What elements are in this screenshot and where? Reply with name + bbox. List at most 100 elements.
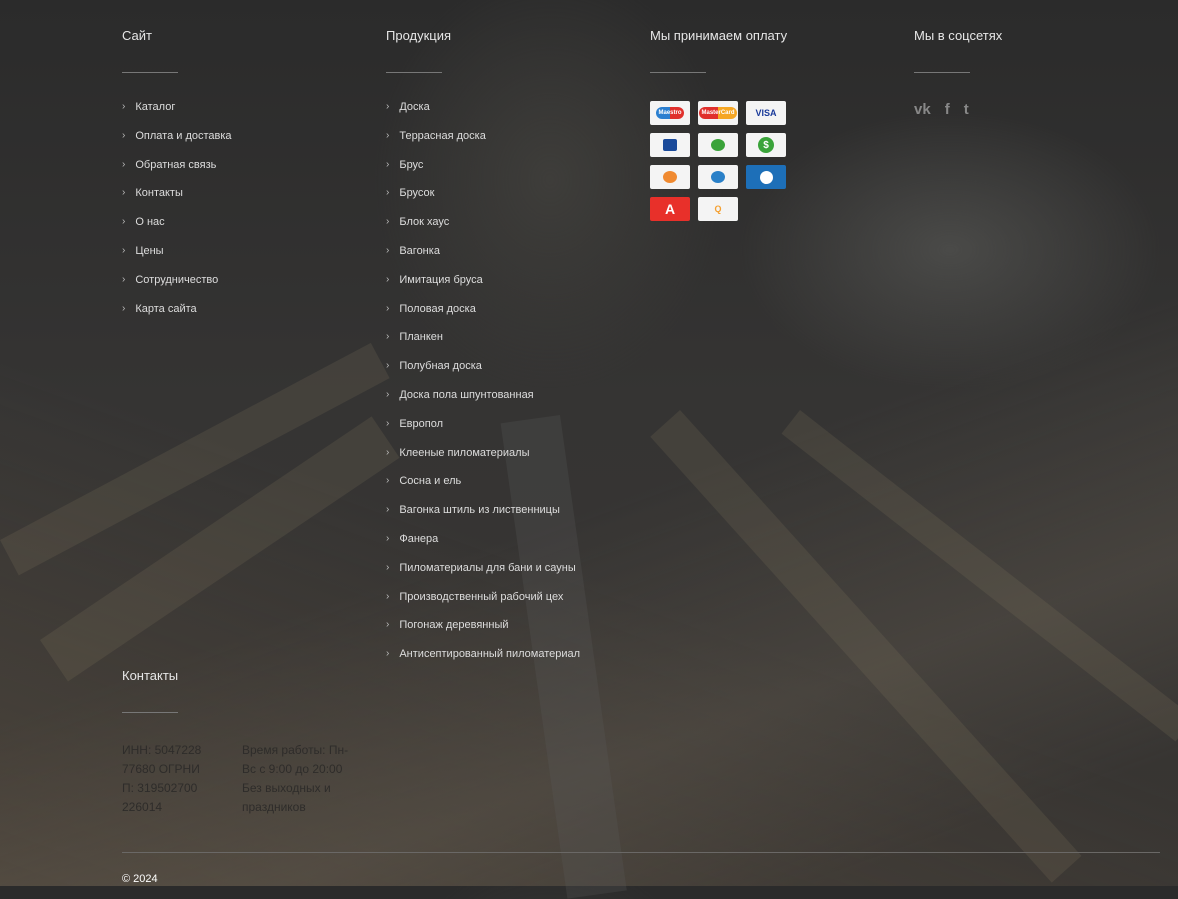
contacts-heading: Контакты bbox=[122, 668, 179, 683]
menu-link[interactable]: › Контакты bbox=[122, 187, 232, 216]
chevron-right-icon: › bbox=[122, 101, 126, 112]
chevron-right-icon: › bbox=[386, 446, 390, 458]
social-heading: Мы в соцсетях bbox=[914, 28, 1003, 43]
footer-divider bbox=[122, 852, 1160, 853]
menu-link[interactable]: › Цены bbox=[122, 245, 232, 274]
menu-link[interactable]: › Пиломатериалы для бани и сауны bbox=[386, 562, 580, 591]
menu-link[interactable]: › Клееные пиломатериалы bbox=[386, 447, 580, 476]
menu-link-label: Половая доска bbox=[399, 302, 476, 315]
webmoney-icon bbox=[698, 165, 738, 189]
menu-link-label: Цены bbox=[135, 244, 164, 257]
menu-link[interactable]: › Оплата и доставка bbox=[122, 130, 232, 159]
twitter-icon[interactable]: t bbox=[964, 101, 969, 118]
menu-link[interactable]: › Погонаж деревянный bbox=[386, 619, 580, 648]
chevron-right-icon: › bbox=[386, 302, 390, 314]
sberbank-icon bbox=[698, 133, 738, 157]
chevron-right-icon: › bbox=[386, 158, 390, 170]
menu-link[interactable]: › Блок хаус bbox=[386, 216, 580, 245]
menu-link-label: Сотрудничество bbox=[135, 273, 219, 286]
menu-link[interactable]: › О нас bbox=[122, 216, 232, 245]
menu-link[interactable]: › Полубная доска bbox=[386, 360, 580, 389]
chevron-right-icon: › bbox=[122, 216, 126, 228]
menu-link-label: Доска bbox=[399, 101, 430, 113]
site-heading: Сайт bbox=[122, 28, 152, 43]
qiwi-icon: Q bbox=[698, 197, 738, 221]
menu-link[interactable]: › Брусок bbox=[386, 187, 580, 216]
chevron-right-icon: › bbox=[386, 331, 390, 343]
social-links: vk f t bbox=[914, 101, 1002, 118]
menu-link-label: Каталог bbox=[135, 101, 176, 113]
maestro-icon: Maestro bbox=[650, 101, 690, 125]
chevron-right-icon: › bbox=[386, 475, 390, 487]
chevron-right-icon: › bbox=[122, 273, 126, 285]
menu-link[interactable]: › Сосна и ель bbox=[386, 475, 580, 504]
chevron-right-icon: › bbox=[386, 360, 390, 372]
menu-link[interactable]: › Доска bbox=[386, 101, 580, 130]
chevron-right-icon: › bbox=[386, 532, 390, 544]
social-column: Мы в соцсетях vk f t bbox=[914, 28, 1002, 118]
menu-link-label: Сосна и ель bbox=[399, 475, 462, 488]
menu-link-label: Антисептированный пиломатериал bbox=[399, 648, 581, 661]
menu-link-label: Планкен bbox=[399, 331, 443, 344]
menu-link-label: Производственный рабочий цех bbox=[399, 590, 564, 603]
chevron-right-icon: › bbox=[122, 244, 126, 256]
copyright: © 2024 bbox=[122, 873, 158, 885]
vtb-icon bbox=[650, 133, 690, 157]
products-column: Продукция › Доска › Террасная доска › Брус › Бр… bbox=[386, 28, 580, 677]
webmoney-blue-icon bbox=[746, 165, 786, 189]
chevron-right-icon: › bbox=[386, 273, 390, 285]
legal-info: ИНН: 504722877680 ОГРНИП: 31950270022601… bbox=[122, 743, 202, 814]
menu-link[interactable]: › Европол bbox=[386, 418, 580, 447]
menu-link-label: Террасная доска bbox=[399, 129, 486, 142]
divider bbox=[386, 72, 442, 73]
menu-link-label: Пиломатериалы для бани и сауны bbox=[399, 561, 576, 574]
menu-link[interactable]: › Половая доска bbox=[386, 303, 580, 332]
chevron-right-icon: › bbox=[386, 590, 390, 602]
menu-link[interactable]: › Брус bbox=[386, 159, 580, 188]
menu-link-label: Европол bbox=[399, 417, 444, 430]
menu-link[interactable]: › Карта сайта bbox=[122, 303, 232, 332]
menu-link[interactable]: › Сотрудничество bbox=[122, 274, 232, 303]
divider bbox=[914, 72, 970, 73]
yandex-money-icon bbox=[650, 165, 690, 189]
menu-link[interactable]: › Фанера bbox=[386, 533, 580, 562]
chevron-right-icon: › bbox=[122, 129, 126, 141]
menu-link-label: Карта сайта bbox=[135, 302, 197, 315]
chevron-right-icon: › bbox=[122, 158, 126, 170]
menu-link-label: Брусок bbox=[399, 187, 435, 200]
menu-link-label: Погонаж деревянный bbox=[399, 619, 509, 632]
menu-link[interactable]: › Планкен bbox=[386, 331, 580, 360]
facebook-icon[interactable]: f bbox=[945, 101, 950, 118]
chevron-right-icon: › bbox=[386, 561, 390, 573]
menu-link-label: Оплата и доставка bbox=[135, 129, 232, 142]
menu-link[interactable]: › Антисептированный пиломатериал bbox=[386, 648, 580, 677]
contacts-section: Контакты ИНН: 504722877680 ОГРНИП: 31950… bbox=[122, 668, 352, 817]
payment-methods: Maestro MasterCard VISA $ А Q bbox=[650, 101, 787, 221]
menu-link[interactable]: › Производственный рабочий цех bbox=[386, 591, 580, 620]
divider bbox=[122, 712, 178, 713]
menu-link[interactable]: › Обратная связь bbox=[122, 159, 232, 188]
chevron-right-icon: › bbox=[386, 187, 390, 199]
menu-link-label: Обратная связь bbox=[135, 158, 217, 171]
payment-heading: Мы принимаем оплату bbox=[650, 28, 788, 43]
menu-link-label: Имитация бруса bbox=[399, 273, 483, 286]
chevron-right-icon: › bbox=[386, 648, 390, 660]
menu-link[interactable]: › Каталог bbox=[122, 101, 232, 130]
menu-link[interactable]: › Доска пола шпунтованная bbox=[386, 389, 580, 418]
site-menu: › Каталог › Оплата и доставка › Обратная связ… bbox=[122, 101, 232, 331]
payment-column: Мы принимаем оплату Maestro MasterCard VIS… bbox=[650, 28, 787, 221]
menu-link[interactable]: › Вагонка штиль из лиственницы bbox=[386, 504, 580, 533]
menu-link-label: Вагонка bbox=[399, 244, 440, 257]
chevron-right-icon: › bbox=[122, 187, 126, 199]
menu-link[interactable]: › Террасная доска bbox=[386, 130, 580, 159]
products-menu: › Доска › Террасная доска › Брус › Брусок › Блок … bbox=[386, 101, 580, 677]
working-hours: Время работы: Пн-Вс с 9:00 до 20:00 Без … bbox=[242, 743, 349, 814]
menu-link-label: Блок хаус bbox=[399, 216, 450, 229]
menu-link-label: Вагонка штиль из лиственницы bbox=[399, 504, 560, 517]
site-column: Сайт › Каталог › Оплата и доставка › Обратная… bbox=[122, 28, 232, 331]
chevron-right-icon: › bbox=[386, 619, 390, 631]
products-heading: Продукция bbox=[386, 28, 452, 43]
menu-link[interactable]: › Вагонка bbox=[386, 245, 580, 274]
menu-link[interactable]: › Имитация бруса bbox=[386, 274, 580, 303]
vk-icon[interactable]: vk bbox=[914, 101, 931, 118]
